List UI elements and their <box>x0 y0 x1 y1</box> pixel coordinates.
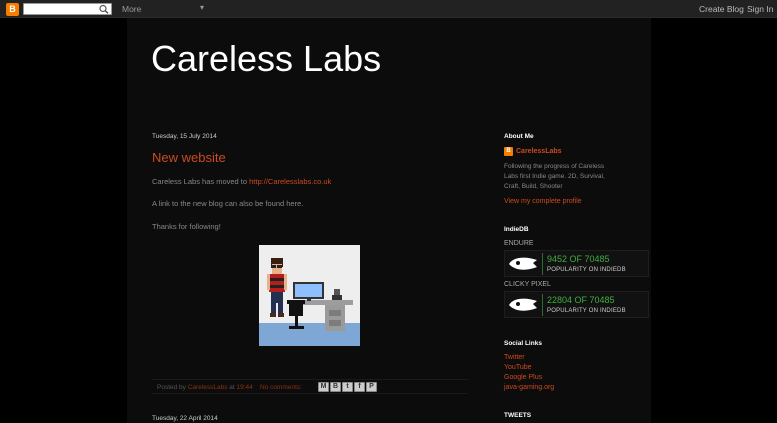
more-menu[interactable]: More <box>122 4 141 14</box>
post-body-line: A link to the new blog can also be found… <box>152 199 304 208</box>
comments-link[interactable]: No comments: <box>260 384 302 391</box>
twitter-share-icon[interactable]: t <box>342 382 353 392</box>
at-label: at <box>227 384 237 391</box>
view-profile-link[interactable]: View my complete profile <box>504 198 582 205</box>
pinterest-share-icon[interactable]: P <box>366 382 377 392</box>
post-meta: Posted by CarelessLabs at 19:44 No comme… <box>157 384 302 391</box>
sign-in-link[interactable]: Sign In <box>747 4 773 14</box>
search-input[interactable] <box>26 4 96 14</box>
post-body-text: Careless Labs has moved to <box>152 177 250 186</box>
post-image[interactable] <box>259 245 360 346</box>
popularity-label: POPULARITY ON INDIEDB <box>547 308 626 314</box>
blogger-profile-icon: B <box>504 147 513 156</box>
indiedb-heading: IndieDB <box>504 226 529 233</box>
post-title[interactable]: New website <box>152 150 226 165</box>
profile-name-link[interactable]: CarelessLabs <box>516 148 562 155</box>
post-body-line: Thanks for following! <box>152 222 221 231</box>
post-body-link[interactable]: http://Carelesslabs.co.uk <box>249 177 331 186</box>
post-footer: Posted by CarelessLabs at 19:44 No comme… <box>152 379 468 394</box>
indiedb-logo-icon <box>509 257 537 270</box>
search-box <box>23 3 112 15</box>
blogger-navbar: B More ▾ Create Blog Sign In <box>0 0 777 18</box>
post-date: Tuesday, 15 July 2014 <box>152 133 217 140</box>
blogger-logo-icon[interactable]: B <box>6 3 19 16</box>
game-name-label: ENDURE <box>504 240 534 247</box>
about-description-line: Following the progress of Careless <box>504 163 605 170</box>
about-description-line: Labs first Indie game. 2D, Survival, <box>504 173 605 180</box>
popularity-rank: 22804 OF 70485 <box>547 295 615 305</box>
create-blog-link[interactable]: Create Blog <box>699 4 744 14</box>
post-time-link[interactable]: 19:44 <box>237 384 253 391</box>
indiedb-badge[interactable]: 22804 OF 70485 POPULARITY ON INDIEDB <box>504 291 649 318</box>
twitter-link[interactable]: Twitter <box>504 354 525 361</box>
about-description-line: Craft, Build, Shooter <box>504 183 563 190</box>
indiedb-logo-icon <box>509 298 537 311</box>
blogthis-share-icon[interactable]: B <box>330 382 341 392</box>
pixel-art-illustration <box>259 245 360 346</box>
tweets-heading: TWEETS <box>504 412 532 419</box>
chevron-down-icon[interactable]: ▾ <box>200 3 204 12</box>
google-plus-link[interactable]: Google Plus <box>504 374 542 381</box>
post-body-line: Careless Labs has moved to http://Carele… <box>152 177 331 186</box>
social-links-heading: Social Links <box>504 340 542 347</box>
game-name-label: CLICKY PIXEL <box>504 281 551 288</box>
blog-title[interactable]: Careless Labs <box>151 38 381 80</box>
youtube-link[interactable]: YouTube <box>504 364 532 371</box>
badge-separator <box>542 294 543 316</box>
badge-separator <box>542 253 543 275</box>
java-gaming-link[interactable]: java-gaming.org <box>504 384 554 391</box>
popularity-label: POPULARITY ON INDIEDB <box>547 267 626 273</box>
author-link[interactable]: CarelessLabs <box>188 384 228 391</box>
indiedb-badge[interactable]: 9452 OF 70485 POPULARITY ON INDIEDB <box>504 250 649 277</box>
post-date: Tuesday, 22 April 2014 <box>152 415 218 422</box>
facebook-share-icon[interactable]: f <box>354 382 365 392</box>
search-icon[interactable] <box>98 4 110 14</box>
popularity-rank: 9452 OF 70485 <box>547 254 610 264</box>
posted-by-label: Posted by <box>157 384 188 391</box>
about-me-heading: About Me <box>504 133 534 140</box>
email-share-icon[interactable]: M <box>318 382 329 392</box>
